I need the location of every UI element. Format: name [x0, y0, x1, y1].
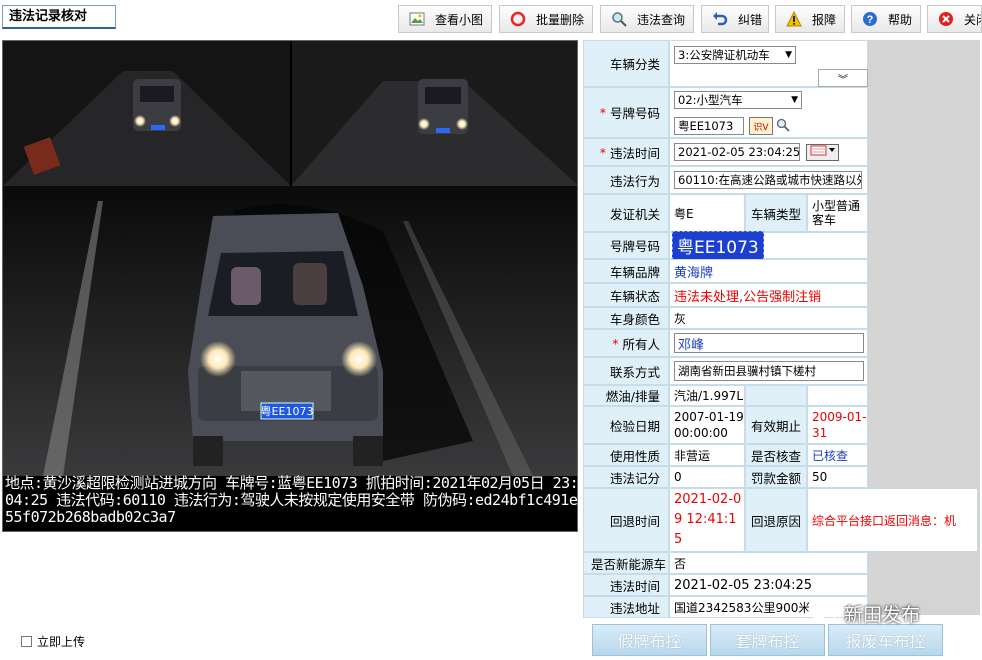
fuel-spacer-value — [807, 385, 868, 406]
fake-plate-button[interactable]: 假牌布控 — [592, 624, 707, 656]
new-energy-value: 否 — [669, 552, 868, 574]
vehicle-brand-value: 黄海牌 — [669, 259, 868, 283]
body-color-label: 车身颜色 — [583, 307, 669, 329]
vehicle-category-cell: 3:公安牌证机动车 ▼ ︾ — [669, 40, 868, 87]
violation-query-button[interactable]: 违法查询 — [600, 5, 694, 33]
plate-type-select[interactable]: 02:小型汽车 ▼ — [674, 91, 802, 109]
vehicle-brand-label: 车辆品牌 — [583, 259, 669, 283]
owner-input[interactable]: 邓峰 — [674, 333, 864, 353]
fuel-label: 燃油/排量 — [583, 385, 669, 406]
points-label: 违法记分 — [583, 466, 669, 488]
violation-time2-value: 2021-02-05 23:04:25 — [669, 574, 868, 596]
vehicle-type-label: 车辆类型 — [745, 194, 807, 232]
vehicle-category-select[interactable]: 3:公安牌证机动车 ▼ — [674, 46, 796, 64]
issuing-authority-value: 粤E — [669, 194, 745, 232]
view-thumbnail-button[interactable]: 查看小图 — [398, 5, 492, 33]
chevron-down-icon: ︾ — [838, 74, 848, 86]
upload-now-checkbox[interactable]: 立即上传 — [21, 633, 85, 650]
verified-label: 是否核查 — [745, 444, 807, 466]
plate-type-label: * 号牌号码 — [583, 87, 669, 138]
dropdown-arrow-icon: ▼ — [791, 95, 798, 105]
contact-input[interactable]: 湖南省新田县骥村镇下槎村 — [674, 361, 864, 381]
usage-label: 使用性质 — [583, 444, 669, 466]
inspection-date-value: 2007-01-19 00:00:00 — [669, 406, 745, 444]
vehicle-status-label: 车辆状态 — [583, 283, 669, 307]
expand-button[interactable]: ︾ — [818, 69, 868, 87]
search-icon[interactable] — [776, 118, 790, 135]
watermark: 新田发布 — [808, 600, 920, 627]
vehicle-type-value: 小型普通客车 — [807, 194, 868, 232]
warning-icon — [786, 11, 802, 27]
image-icon — [409, 11, 425, 27]
contact-cell: 湖南省新田县骥村镇下槎村 — [669, 357, 868, 385]
points-value: 0 — [669, 466, 745, 488]
violation-time-input[interactable]: 2021-02-05 23:04:25 — [674, 143, 800, 161]
violation-act-input[interactable]: 60110:在高速公路或城市快速路以外 — [674, 171, 862, 189]
correct-button[interactable]: 纠错 — [701, 5, 769, 33]
calendar-button[interactable] — [806, 143, 839, 161]
plate-number-input[interactable]: 粤EE1073 — [674, 117, 744, 135]
tab-violation-check[interactable]: 违法记录核对 — [2, 5, 116, 29]
violation-act-cell: 60110:在高速公路或城市快速路以外 — [669, 166, 868, 194]
contact-label: 联系方式 — [583, 357, 669, 385]
delete-icon — [510, 11, 526, 27]
checkbox-box[interactable] — [21, 636, 32, 647]
plate-type-cell: 02:小型汽车 ▼ 粤EE1073 识V — [669, 87, 868, 138]
usage-value: 非营运 — [669, 444, 745, 466]
issuing-authority-label: 发证机关 — [583, 194, 669, 232]
valid-until-label: 有效期止 — [745, 406, 807, 444]
ocr-button[interactable]: 识V — [749, 117, 773, 135]
violation-photo[interactable]: 粤EE1073 地点:黄沙溪超限检测站进城方向 车牌号:蓝粤EE1073 抓拍时… — [2, 40, 578, 532]
return-reason-value: 综合平台接口返回消息：机 — [807, 488, 978, 552]
owner-label: * 所有人 — [583, 329, 669, 357]
photo-scene: 粤EE1073 — [3, 41, 577, 531]
violation-time2-label: 违法时间 — [583, 574, 669, 596]
car-small-left — [133, 79, 181, 131]
vehicle-status-value: 违法未处理,公告强制注销 — [669, 283, 868, 307]
wechat-icon — [808, 600, 838, 627]
report-fault-button[interactable]: 报障 — [775, 5, 845, 33]
calendar-icon — [810, 145, 836, 159]
plate-number-label: 号牌号码 — [583, 232, 669, 259]
fuel-spacer — [745, 385, 807, 406]
undo-icon — [712, 11, 728, 27]
fine-label: 罚款金额 — [745, 466, 807, 488]
help-button[interactable]: ? 帮助 — [851, 5, 921, 33]
violation-time-label: * 违法时间 — [583, 138, 669, 166]
scrap-vehicle-button[interactable]: 报废车布控 — [828, 624, 943, 656]
photo-caption: 地点:黄沙溪超限检测站进城方向 车牌号:蓝粤EE1073 抓拍时间:2021年0… — [5, 474, 578, 526]
plate-number-cell: 粤EE1073 — [669, 231, 868, 260]
close-button[interactable]: 关闭 — [927, 5, 982, 33]
violation-place-label: 违法地址 — [583, 596, 669, 618]
verified-value: 已核查 — [807, 444, 868, 466]
fuel-value: 汽油/1.997L — [669, 385, 745, 406]
svg-text:?: ? — [867, 14, 874, 26]
return-time-value: 2021-02-09 12:41:15 — [669, 488, 745, 552]
inspection-date-label: 检验日期 — [583, 406, 669, 444]
car-small-right — [418, 79, 468, 134]
valid-until-value: 2009-01-31 — [807, 406, 868, 444]
plate-number-value: 粤EE1073 — [672, 231, 764, 260]
body-color-value: 灰 — [669, 307, 868, 329]
new-energy-label: 是否新能源车 — [583, 552, 669, 574]
help-icon: ? — [862, 11, 878, 27]
return-reason-label: 回退原因 — [745, 488, 807, 552]
dropdown-arrow-icon: ▼ — [785, 50, 792, 60]
vehicle-category-label: 车辆分类 — [583, 40, 669, 87]
return-time-label: 回退时间 — [583, 488, 669, 552]
cloned-plate-button[interactable]: 套牌布控 — [710, 624, 825, 656]
violation-time-cell: 2021-02-05 23:04:25 — [669, 138, 868, 166]
owner-cell: 邓峰 — [669, 329, 868, 357]
plate-text: 粤EE1073 — [261, 404, 314, 418]
batch-delete-button[interactable]: 批量删除 — [499, 5, 593, 33]
violation-act-label: 违法行为 — [583, 166, 669, 194]
search-icon — [611, 11, 627, 27]
close-icon — [938, 11, 954, 27]
fine-value: 50 — [807, 466, 868, 488]
